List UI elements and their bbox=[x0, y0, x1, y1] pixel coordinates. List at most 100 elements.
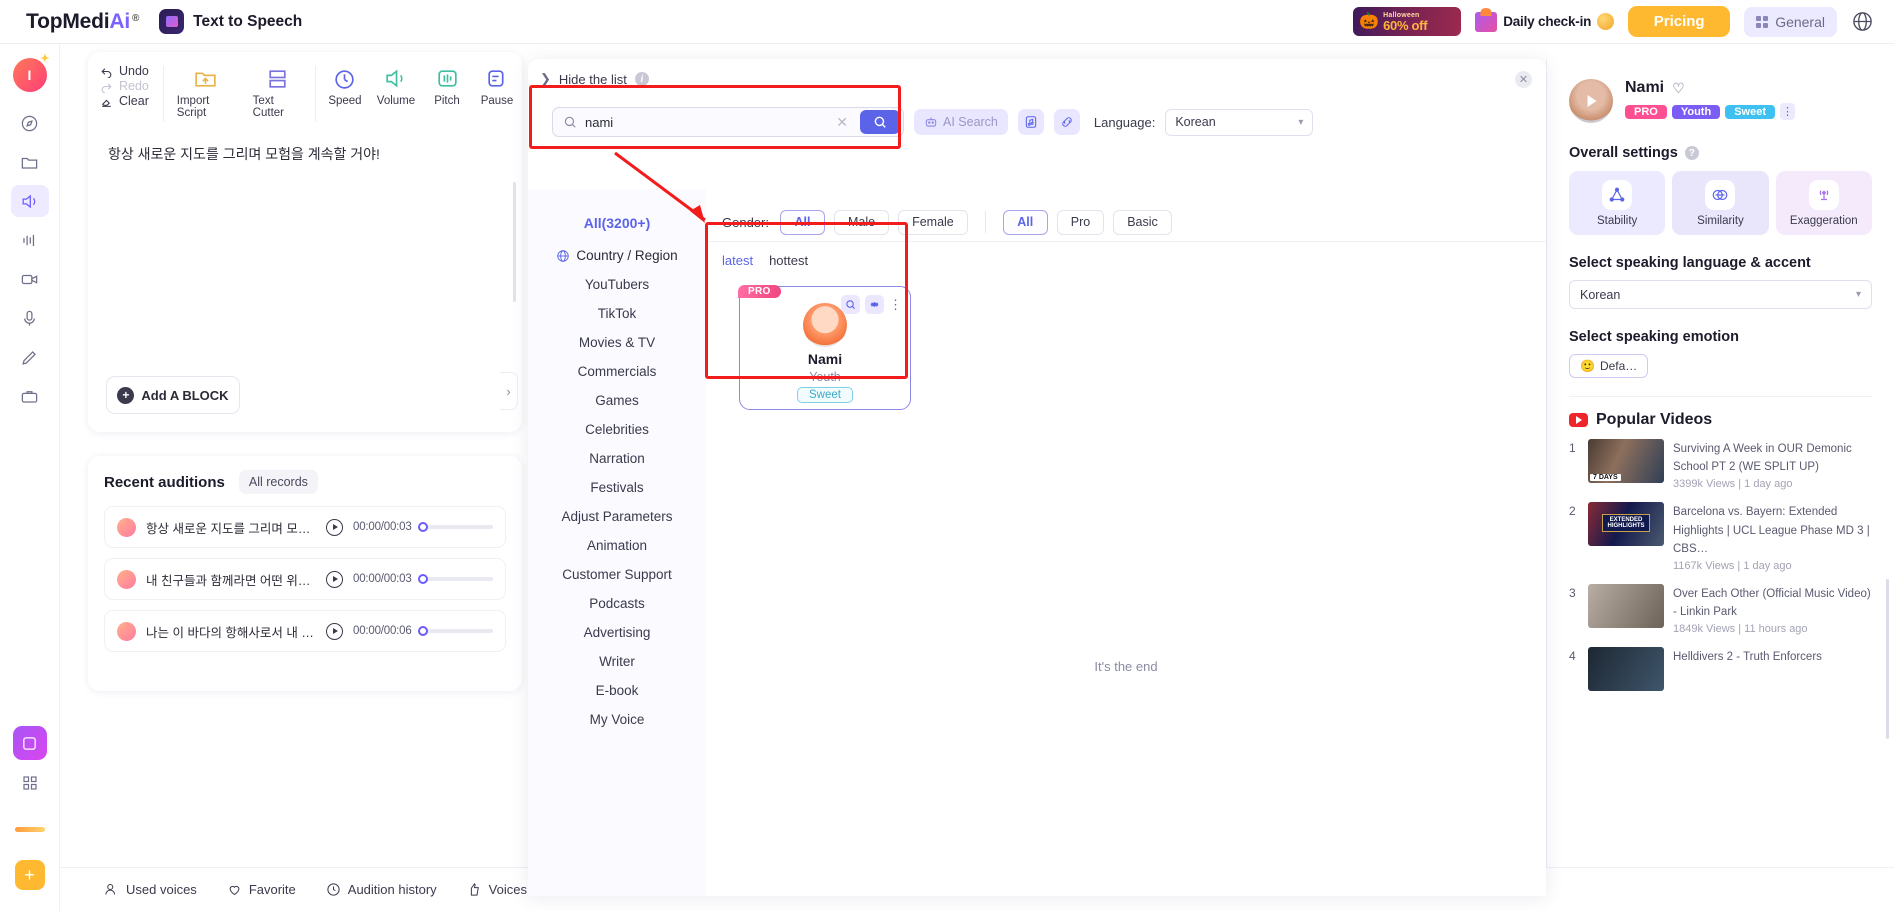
hide-list-button[interactable]: ❯ Hide the list i bbox=[540, 71, 649, 87]
pricing-button[interactable]: Pricing bbox=[1628, 6, 1731, 37]
audio-progress-knob[interactable] bbox=[417, 626, 428, 636]
daily-checkin-button[interactable]: Daily check-in bbox=[1475, 11, 1615, 32]
play-button[interactable] bbox=[326, 570, 343, 588]
rail-item-recorder[interactable] bbox=[11, 302, 49, 334]
category-my-voice[interactable]: My Voice bbox=[528, 705, 706, 734]
sidebar-scrollbar[interactable] bbox=[1886, 579, 1889, 739]
text-cutter-button[interactable]: Text Cutter bbox=[244, 60, 311, 128]
audio-progress-track[interactable] bbox=[417, 626, 493, 636]
category-celebrities[interactable]: Celebrities bbox=[528, 415, 706, 444]
audio-progress-track[interactable] bbox=[417, 522, 493, 532]
voice-more-icon[interactable]: ⋮ bbox=[1779, 103, 1795, 120]
rail-item-apps[interactable] bbox=[11, 767, 49, 799]
import-script-button[interactable]: Import Script bbox=[168, 60, 244, 128]
audio-progress-track[interactable] bbox=[417, 574, 493, 584]
play-button[interactable] bbox=[326, 518, 343, 536]
favorite-button[interactable]: Favorite bbox=[227, 882, 296, 897]
rail-item-text-to-speech[interactable] bbox=[10, 185, 49, 217]
info-icon[interactable]: i bbox=[634, 72, 649, 86]
rail-item-voice-changer[interactable] bbox=[11, 224, 49, 256]
speaking-language-select[interactable]: Korean ▾ bbox=[1569, 280, 1872, 309]
category-festivals[interactable]: Festivals bbox=[528, 473, 706, 502]
clear-search-icon[interactable]: ✕ bbox=[832, 114, 852, 131]
category-all[interactable]: All(3200+) bbox=[528, 215, 706, 231]
setting-similarity[interactable]: Similarity bbox=[1672, 171, 1769, 235]
audition-history-button[interactable]: Audition history bbox=[326, 882, 437, 897]
category-advertising[interactable]: Advertising bbox=[528, 618, 706, 647]
general-button[interactable]: General bbox=[1744, 6, 1837, 37]
all-records-button[interactable]: All records bbox=[238, 470, 318, 494]
audition-row[interactable]: 내 친구들과 함께라면 어떤 위… 00:00/00:03 bbox=[104, 558, 506, 600]
video-list-item[interactable]: 1 7 DAYS Surviving A Week in OUR Demonic… bbox=[1569, 439, 1872, 490]
category-tiktok[interactable]: TikTok bbox=[528, 299, 706, 328]
speaking-emotion-chip[interactable]: 🙂 Defa… bbox=[1569, 354, 1649, 378]
play-button[interactable] bbox=[326, 622, 343, 640]
category-games[interactable]: Games bbox=[528, 386, 706, 415]
search-input[interactable] bbox=[585, 114, 825, 130]
editor-scrollbar[interactable] bbox=[513, 182, 516, 302]
favorite-heart-icon[interactable]: ♡ bbox=[1672, 80, 1685, 97]
pitch-button[interactable]: Pitch bbox=[422, 60, 472, 128]
tier-filter-pro[interactable]: Pro bbox=[1056, 209, 1105, 235]
category-ebook[interactable]: E-book bbox=[528, 676, 706, 705]
video-list-item[interactable]: 4 Helldivers 2 - Truth Enforcers bbox=[1569, 647, 1872, 692]
card-settings-icon[interactable] bbox=[865, 295, 884, 314]
link-upload-button[interactable] bbox=[1053, 109, 1080, 135]
help-icon[interactable]: ? bbox=[1684, 146, 1699, 160]
category-podcasts[interactable]: Podcasts bbox=[528, 589, 706, 618]
gender-filter-all[interactable]: All bbox=[779, 209, 825, 235]
search-button[interactable] bbox=[860, 110, 900, 134]
close-icon[interactable]: ✕ bbox=[1515, 71, 1532, 88]
setting-exaggeration[interactable]: Exaggeration bbox=[1775, 171, 1872, 235]
undo-button[interactable]: Undo bbox=[100, 64, 149, 78]
setting-stability[interactable]: Stability bbox=[1569, 171, 1666, 235]
add-button[interactable]: + bbox=[14, 860, 45, 890]
preview-search-icon[interactable] bbox=[841, 295, 860, 314]
rail-item-writer[interactable] bbox=[11, 341, 49, 373]
category-movies-tv[interactable]: Movies & TV bbox=[528, 328, 706, 357]
audition-row[interactable]: 항상 새로운 지도를 그리며 모… 00:00/00:03 bbox=[104, 506, 506, 548]
add-block-button[interactable]: + Add A BLOCK bbox=[106, 376, 240, 414]
category-commercials[interactable]: Commercials bbox=[528, 357, 706, 386]
volume-button[interactable]: Volume bbox=[370, 60, 422, 128]
halloween-promo-button[interactable]: 🎃 Halloween 60% off bbox=[1353, 7, 1462, 36]
tier-filter-basic[interactable]: Basic bbox=[1113, 209, 1172, 235]
category-customer-support[interactable]: Customer Support bbox=[528, 560, 706, 589]
language-select[interactable]: Korean ▾ bbox=[1165, 108, 1314, 136]
gender-filter-male[interactable]: Male bbox=[833, 209, 890, 235]
audio-upload-button[interactable] bbox=[1017, 109, 1044, 135]
selected-voice-avatar[interactable] bbox=[1569, 79, 1613, 123]
rail-item-premium[interactable] bbox=[12, 726, 47, 760]
video-list-item[interactable]: 2 EXTENDED HIGHLIGHTS Barcelona vs. Baye… bbox=[1569, 502, 1872, 572]
category-country-region[interactable]: Country / Region bbox=[528, 241, 706, 270]
audition-row[interactable]: 나는 이 바다의 항해사로서 내 … 00:00/00:06 bbox=[104, 610, 506, 652]
brand-logo[interactable]: TopMedi Ai ® bbox=[26, 10, 139, 34]
panel-expand-arrow[interactable]: › bbox=[500, 372, 518, 410]
card-more-icon[interactable]: ⋮ bbox=[889, 298, 902, 311]
sort-tab-latest[interactable]: latest bbox=[722, 253, 753, 268]
pause-button[interactable]: Pause bbox=[472, 60, 522, 128]
rail-item-folder[interactable] bbox=[11, 146, 49, 178]
clear-button[interactable]: Clear bbox=[100, 94, 149, 108]
sort-tab-hottest[interactable]: hottest bbox=[769, 253, 808, 268]
ai-search-button[interactable]: AI Search bbox=[914, 109, 1008, 135]
category-narration[interactable]: Narration bbox=[528, 444, 706, 473]
search-box[interactable]: ✕ bbox=[552, 107, 904, 137]
user-avatar[interactable]: I bbox=[12, 52, 49, 92]
rail-item-toolbox[interactable] bbox=[11, 380, 49, 412]
category-writer[interactable]: Writer bbox=[528, 647, 706, 676]
video-list-item[interactable]: 3 Over Each Other (Official Music Video)… bbox=[1569, 583, 1872, 635]
gender-filter-female[interactable]: Female bbox=[898, 209, 968, 235]
category-animation[interactable]: Animation bbox=[528, 531, 706, 560]
used-voices-button[interactable]: Used voices bbox=[104, 882, 197, 897]
rail-item-dashboard[interactable] bbox=[11, 107, 49, 139]
category-adjust-parameters[interactable]: Adjust Parameters bbox=[528, 502, 706, 531]
script-text[interactable]: 항상 새로운 지도를 그리며 모험을 계속할 거야! bbox=[88, 128, 522, 181]
voice-card-nami[interactable]: PRO ⋮ Nami Youth Sweet bbox=[738, 285, 911, 410]
redo-button[interactable]: Redo bbox=[100, 79, 149, 93]
globe-icon[interactable] bbox=[1851, 10, 1874, 33]
tier-filter-all[interactable]: All bbox=[1002, 209, 1048, 235]
audio-progress-knob[interactable] bbox=[417, 574, 428, 584]
category-youtubers[interactable]: YouTubers bbox=[528, 270, 706, 299]
audio-progress-knob[interactable] bbox=[417, 522, 428, 532]
